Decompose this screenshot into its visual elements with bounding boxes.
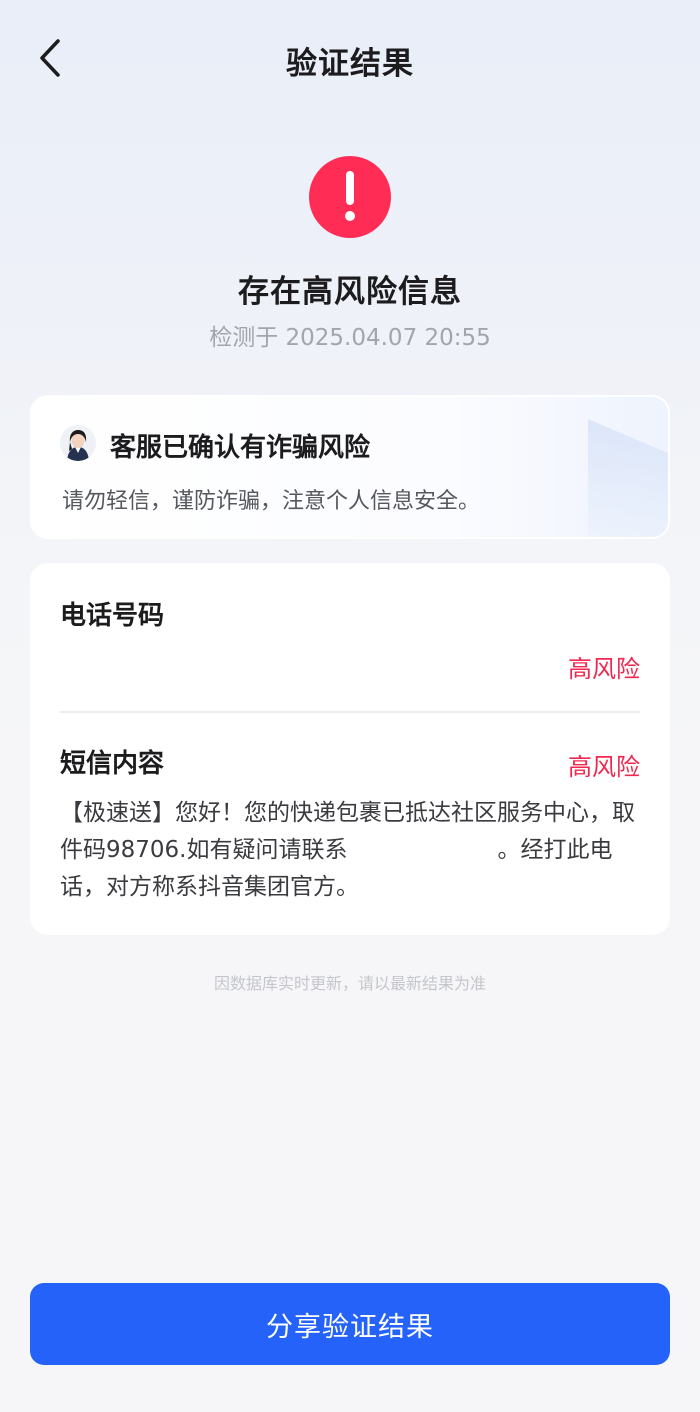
exclamation-icon: [309, 156, 391, 238]
sms-label: 短信内容: [60, 749, 165, 779]
section-divider: [60, 711, 640, 713]
phone-label: 电话号码: [60, 601, 165, 631]
agent-avatar: [60, 425, 96, 461]
status-title: 存在高风险信息: [238, 274, 462, 310]
sms-risk-badge: 高风险: [568, 753, 640, 781]
sms-content: 【极速送】您好！您的快递包裹已抵达社区服务中心，取件码98706.如有疑问请联系…: [60, 795, 650, 906]
confirmation-title: 客服已确认有诈骗风险: [110, 433, 371, 463]
page-title: 验证结果: [286, 46, 414, 82]
card-decoration: [588, 419, 668, 537]
risk-detail-card: 电话号码 高风险 短信内容 高风险 【极速送】您好！您的快递包裹已抵达社区服务中…: [30, 563, 670, 935]
navigation-bar: 验证结果: [0, 0, 700, 116]
phone-risk-badge: 高风险: [568, 655, 640, 683]
verification-result-page: 验证结果 存在高风险信息 检测于 2025.04.07 20:55 客服已确认有…: [0, 0, 700, 1412]
footnote: 因数据库实时更新，请以最新结果为准: [213, 974, 486, 993]
confirmation-description: 请勿轻信，谨防诈骗，注意个人信息安全。: [62, 489, 481, 514]
confirmation-card: 客服已确认有诈骗风险 请勿轻信，谨防诈骗，注意个人信息安全。: [30, 395, 670, 539]
share-result-button[interactable]: 分享验证结果: [30, 1283, 670, 1365]
detection-time: 检测于 2025.04.07 20:55: [209, 325, 491, 351]
